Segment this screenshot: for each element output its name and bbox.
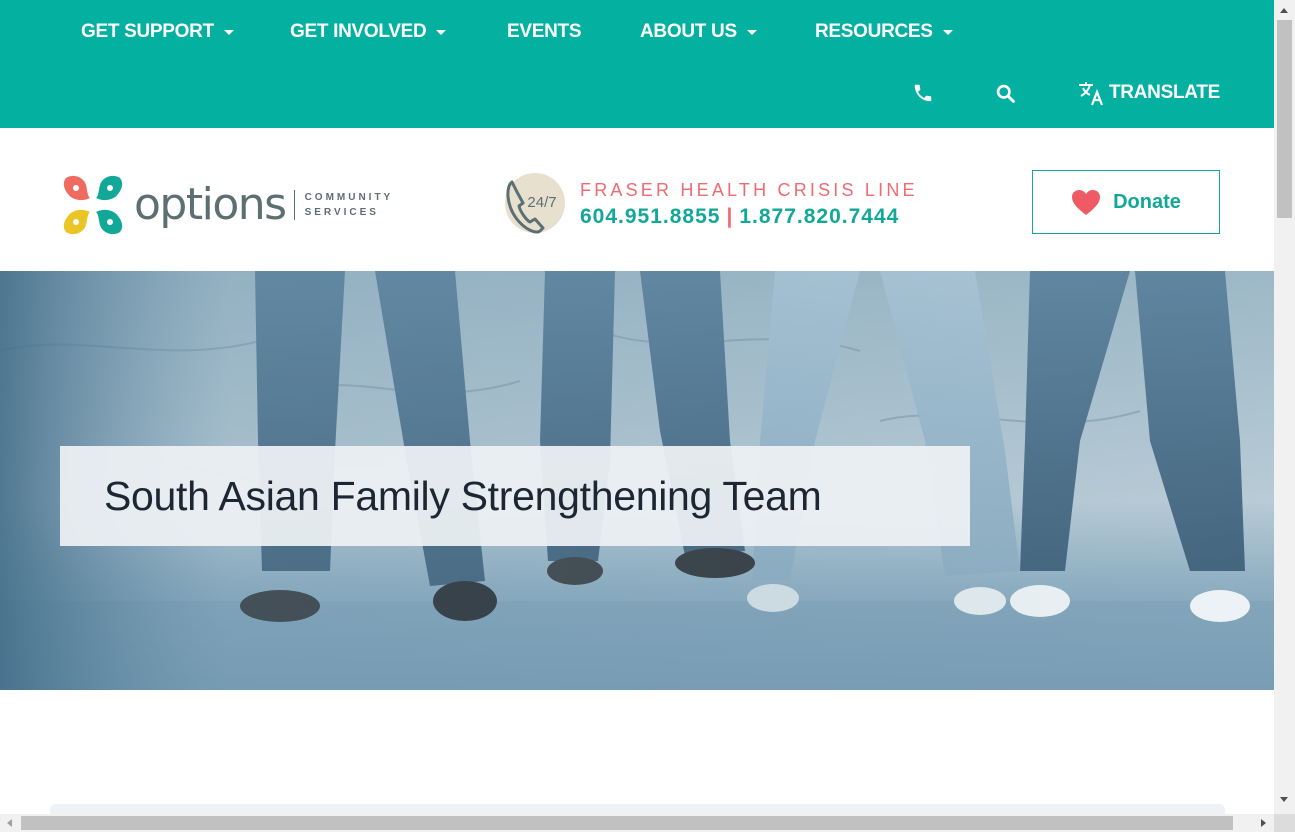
nav-events[interactable]: EVENTS xyxy=(507,19,582,45)
crisis-line-block: 24/7 FRASER HEALTH CRISIS LINE 604.951.8… xyxy=(502,172,918,236)
scroll-down-arrow-icon[interactable] xyxy=(1280,797,1288,802)
phone-24-7-icon: 24/7 xyxy=(505,173,565,234)
site-logo[interactable]: options COMMUNITY SERVICES xyxy=(62,174,393,236)
search-icon xyxy=(996,84,1015,103)
translate-label: TRANSLATE xyxy=(1109,82,1220,103)
translate-button[interactable]: TRANSLATE xyxy=(1077,78,1220,108)
site-header: options COMMUNITY SERVICES 24/7 FRASER H… xyxy=(0,128,1274,271)
search-button[interactable] xyxy=(995,78,1016,108)
logo-sub-services: SERVICES xyxy=(304,207,379,218)
page-title: South Asian Family Strengthening Team xyxy=(104,472,822,519)
scrollbar-corner xyxy=(1274,814,1295,832)
heart-icon xyxy=(1072,189,1101,215)
logo-mark-icon xyxy=(63,175,123,235)
vertical-scroll-thumb[interactable] xyxy=(1277,20,1292,218)
phone-separator: | xyxy=(726,204,734,228)
logo-divider xyxy=(293,190,295,220)
nav-resources-label: RESOURCES xyxy=(815,21,933,42)
browser-viewport: GET SUPPORT GET INVOLVED EVENTS ABOUT US… xyxy=(0,0,1274,814)
nav-events-label: EVENTS xyxy=(507,21,582,42)
crisis-text: FRASER HEALTH CRISIS LINE 604.951.8855 | 1… xyxy=(580,180,918,229)
scroll-right-arrow-icon[interactable] xyxy=(1261,819,1266,827)
nav-about-us-label: ABOUT US xyxy=(640,21,737,42)
nav-get-support-label: GET SUPPORT xyxy=(81,21,214,42)
caret-down-icon xyxy=(436,29,447,35)
logo-subtitle: COMMUNITY SERVICES xyxy=(305,190,394,220)
crisis-phone-local[interactable]: 604.951.8855 xyxy=(580,205,720,228)
nav-resources[interactable]: RESOURCES xyxy=(815,19,953,45)
translate-icon xyxy=(1079,82,1104,106)
crisis-phone-tollfree[interactable]: 1.877.820.7444 xyxy=(739,205,899,228)
vertical-scrollbar[interactable] xyxy=(1274,0,1295,814)
caret-down-icon xyxy=(746,29,757,35)
svg-text:24/7: 24/7 xyxy=(527,194,556,211)
content-card-top xyxy=(50,804,1225,814)
nav-get-support[interactable]: GET SUPPORT xyxy=(81,19,234,45)
nav-get-involved-label: GET INVOLVED xyxy=(290,21,427,42)
caret-down-icon xyxy=(223,29,234,35)
nav-get-involved[interactable]: GET INVOLVED xyxy=(290,19,447,45)
horizontal-scrollbar[interactable] xyxy=(0,814,1274,832)
crisis-title: FRASER HEALTH CRISIS LINE xyxy=(580,179,918,200)
phone-icon xyxy=(914,84,932,102)
hero-banner: South Asian Family Strengthening Team xyxy=(0,271,1274,690)
caret-down-icon xyxy=(942,29,953,35)
crisis-phone-numbers: 604.951.8855 | 1.877.820.7444 xyxy=(580,205,918,229)
donate-label: Donate xyxy=(1113,190,1181,213)
logo-sub-community: COMMUNITY xyxy=(304,192,394,203)
top-navigation-bar: GET SUPPORT GET INVOLVED EVENTS ABOUT US… xyxy=(0,0,1274,128)
scroll-up-arrow-icon[interactable] xyxy=(1280,8,1288,13)
logo-wordmark: options xyxy=(134,179,287,230)
hero-title-box: South Asian Family Strengthening Team xyxy=(60,446,970,546)
phone-button[interactable] xyxy=(912,78,934,108)
horizontal-scroll-thumb[interactable] xyxy=(21,816,1233,830)
scroll-left-arrow-icon[interactable] xyxy=(7,819,12,827)
donate-button[interactable]: Donate xyxy=(1032,170,1220,234)
nav-about-us[interactable]: ABOUT US xyxy=(640,19,757,45)
